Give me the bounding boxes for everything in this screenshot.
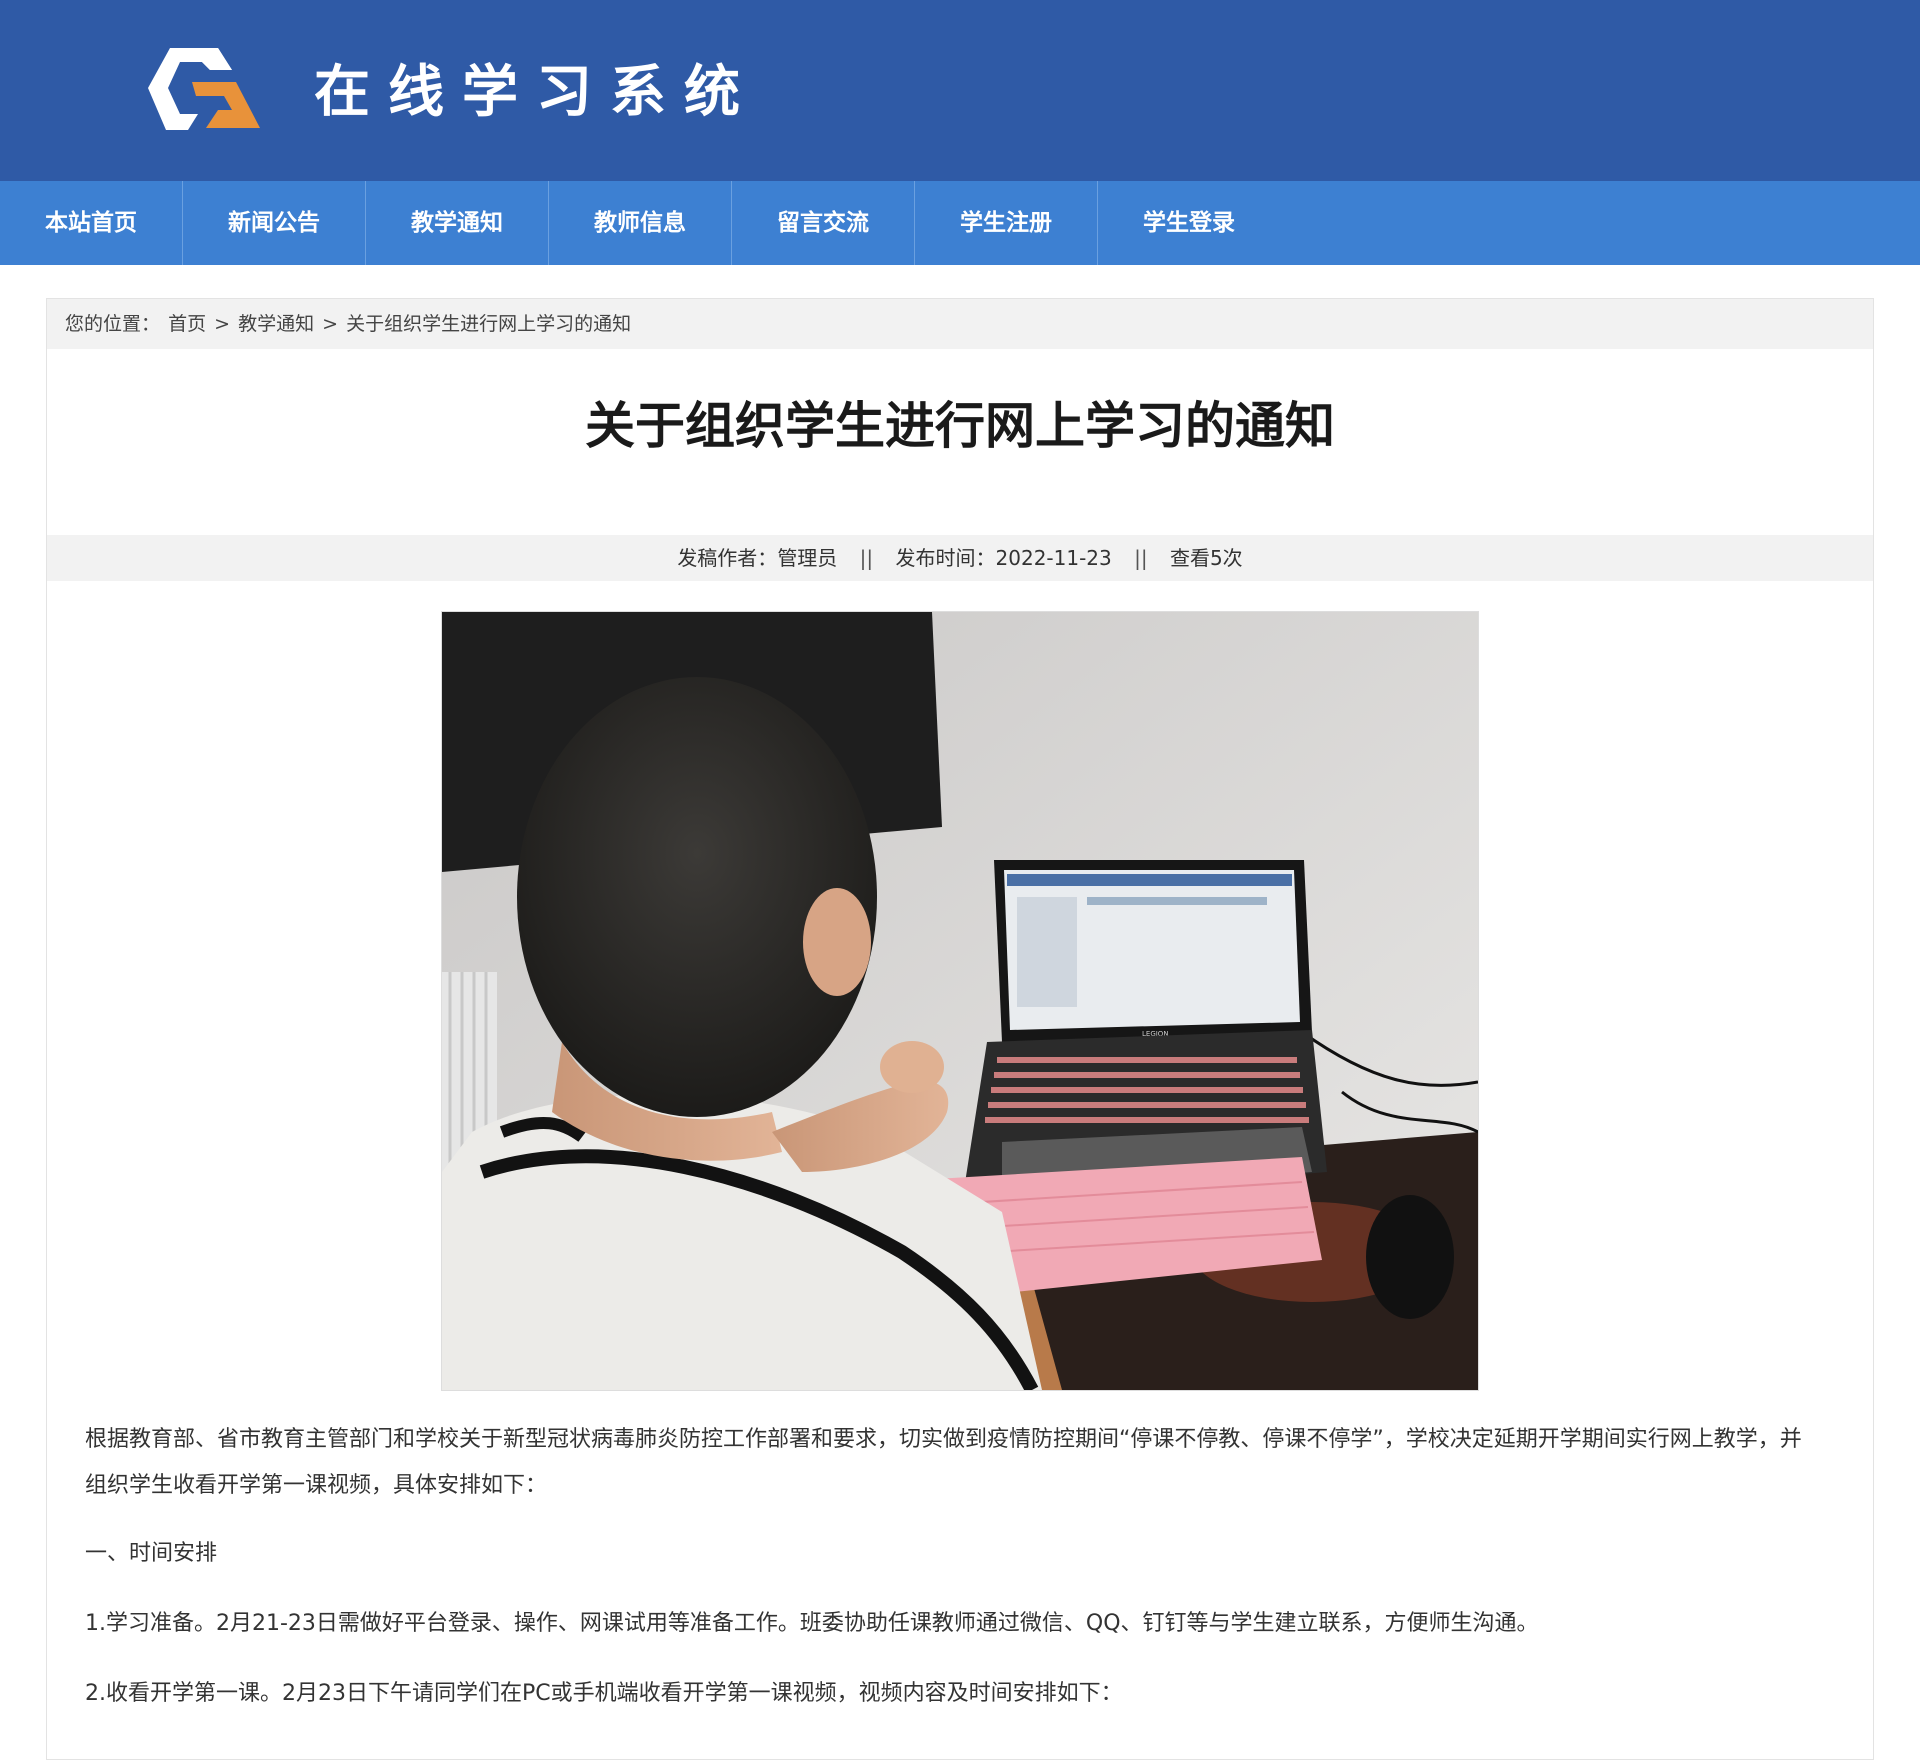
breadcrumb-category-link[interactable]: 教学通知 [238,313,314,335]
article-image: LEGION [441,611,1479,1391]
article-meta: 发稿作者：管理员 || 发布时间：2022-11-23 || 查看5次 [47,535,1873,581]
breadcrumb-prefix: 您的位置： [65,313,161,335]
site-header: 在线学习系统 [0,0,1920,181]
nav-item-teaching-notices[interactable]: 教学通知 [366,181,549,265]
nav-item-home[interactable]: 本站首页 [0,181,183,265]
breadcrumb-separator: > [214,313,231,335]
main-nav: 本站首页 新闻公告 教学通知 教师信息 留言交流 学生注册 学生登录 [0,181,1920,265]
breadcrumb: 您的位置： 首页 > 教学通知 > 关于组织学生进行网上学习的通知 [47,299,1873,349]
nav-item-news[interactable]: 新闻公告 [183,181,366,265]
logo-icon[interactable] [140,40,270,140]
article-paragraph: 根据教育部、省市教育主管部门和学校关于新型冠状病毒肺炎防控工作部署和要求，切实做… [85,1427,1802,1498]
article-section-heading: 一、时间安排 [85,1541,218,1566]
nav-item-teacher-info[interactable]: 教师信息 [549,181,732,265]
breadcrumb-home-link[interactable]: 首页 [168,313,206,335]
site-title: 在线学习系统 [314,60,758,125]
article-title: 关于组织学生进行网上学习的通知 [585,397,1335,455]
author-label: 发稿作者： [677,546,778,570]
article-paragraph: 1.学习准备。2月21-23日需做好平台登录、操作、网课试用等准备工作。班委协助… [85,1611,1539,1636]
breadcrumb-current: 关于组织学生进行网上学习的通知 [346,313,632,335]
article-container: 您的位置： 首页 > 教学通知 > 关于组织学生进行网上学习的通知 关于组织学生… [46,298,1874,1760]
meta-divider: || [1134,546,1148,570]
article-paragraph: 2.收看开学第一课。2月23日下午请同学们在PC或手机端收看开学第一课视频，视频… [85,1681,1123,1706]
breadcrumb-separator: > [322,313,339,335]
author-name: 管理员 [777,546,838,570]
view-count: 查看5次 [1169,546,1243,570]
date-label: 发布时间： [895,546,996,570]
meta-divider: || [859,546,874,570]
nav-item-messages[interactable]: 留言交流 [732,181,915,265]
nav-item-student-login[interactable]: 学生登录 [1098,181,1280,265]
publish-date: 2022-11-23 [995,546,1112,570]
nav-item-student-register[interactable]: 学生注册 [915,181,1098,265]
